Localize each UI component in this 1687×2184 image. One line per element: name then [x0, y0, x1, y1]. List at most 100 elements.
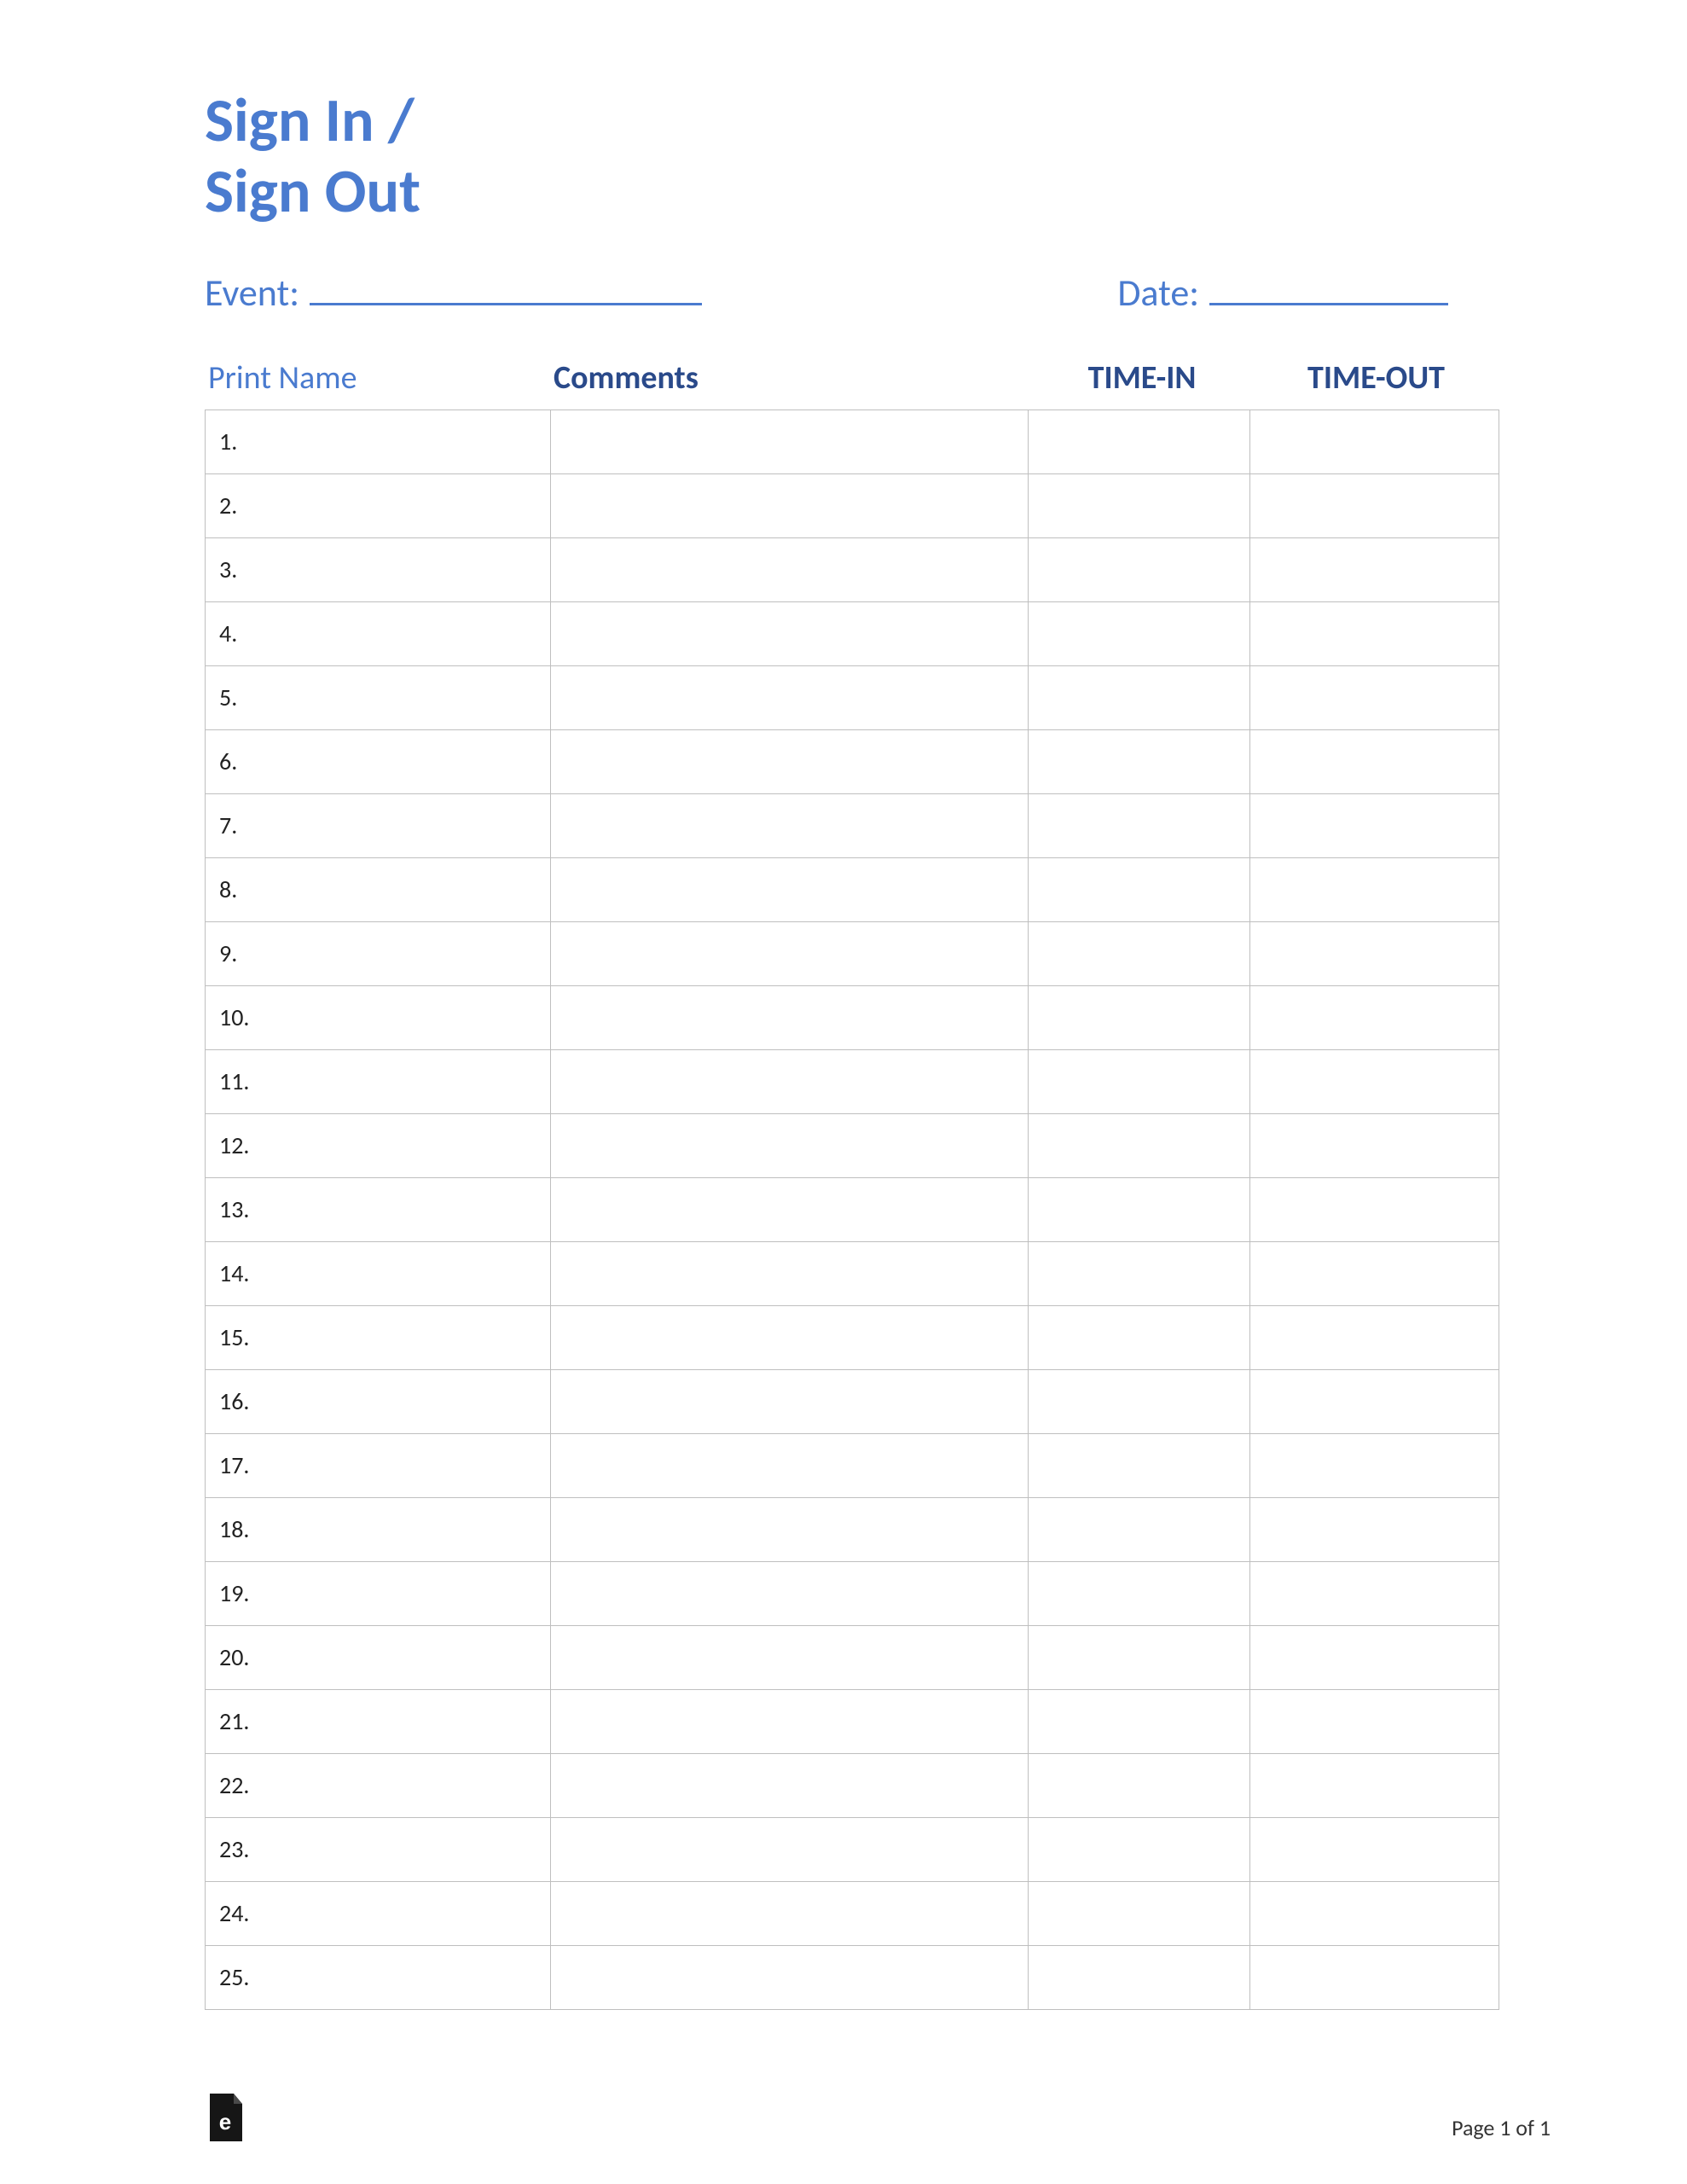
name-cell[interactable]: 18.	[206, 1497, 551, 1561]
time-in-cell[interactable]	[1029, 1753, 1250, 1817]
comments-cell[interactable]	[551, 665, 1029, 729]
name-cell[interactable]: 25.	[206, 1945, 551, 2009]
name-cell[interactable]: 8.	[206, 857, 551, 921]
comments-cell[interactable]	[551, 921, 1029, 985]
comments-cell[interactable]	[551, 1817, 1029, 1881]
comments-cell[interactable]	[551, 1561, 1029, 1625]
comments-cell[interactable]	[551, 729, 1029, 793]
name-cell[interactable]: 7.	[206, 793, 551, 857]
time-out-cell[interactable]	[1250, 1817, 1499, 1881]
comments-cell[interactable]	[551, 793, 1029, 857]
comments-cell[interactable]	[551, 1753, 1029, 1817]
comments-cell[interactable]	[551, 1113, 1029, 1177]
name-cell[interactable]: 14.	[206, 1241, 551, 1305]
time-out-cell[interactable]	[1250, 473, 1499, 537]
name-cell[interactable]: 11.	[206, 1049, 551, 1113]
time-in-cell[interactable]	[1029, 1945, 1250, 2009]
time-out-cell[interactable]	[1250, 1689, 1499, 1753]
time-out-cell[interactable]	[1250, 1241, 1499, 1305]
name-cell[interactable]: 15.	[206, 1305, 551, 1369]
name-cell[interactable]: 2.	[206, 473, 551, 537]
time-in-cell[interactable]	[1029, 921, 1250, 985]
name-cell[interactable]: 1.	[206, 410, 551, 473]
time-in-cell[interactable]	[1029, 985, 1250, 1049]
time-out-cell[interactable]	[1250, 410, 1499, 473]
name-cell[interactable]: 24.	[206, 1881, 551, 1945]
name-cell[interactable]: 20.	[206, 1625, 551, 1689]
comments-cell[interactable]	[551, 1305, 1029, 1369]
time-in-cell[interactable]	[1029, 1369, 1250, 1433]
time-in-cell[interactable]	[1029, 473, 1250, 537]
name-cell[interactable]: 16.	[206, 1369, 551, 1433]
event-input-line[interactable]	[310, 271, 702, 305]
time-in-cell[interactable]	[1029, 793, 1250, 857]
time-out-cell[interactable]	[1250, 729, 1499, 793]
time-out-cell[interactable]	[1250, 1945, 1499, 2009]
comments-cell[interactable]	[551, 537, 1029, 601]
name-cell[interactable]: 3.	[206, 537, 551, 601]
name-cell[interactable]: 12.	[206, 1113, 551, 1177]
name-cell[interactable]: 23.	[206, 1817, 551, 1881]
time-in-cell[interactable]	[1029, 1625, 1250, 1689]
time-out-cell[interactable]	[1250, 1753, 1499, 1817]
time-in-cell[interactable]	[1029, 1049, 1250, 1113]
name-cell[interactable]: 6.	[206, 729, 551, 793]
time-in-cell[interactable]	[1029, 665, 1250, 729]
name-cell[interactable]: 21.	[206, 1689, 551, 1753]
time-out-cell[interactable]	[1250, 1305, 1499, 1369]
time-out-cell[interactable]	[1250, 1625, 1499, 1689]
time-in-cell[interactable]	[1029, 601, 1250, 665]
name-cell[interactable]: 19.	[206, 1561, 551, 1625]
time-in-cell[interactable]	[1029, 1241, 1250, 1305]
comments-cell[interactable]	[551, 1049, 1029, 1113]
time-out-cell[interactable]	[1250, 1049, 1499, 1113]
time-in-cell[interactable]	[1029, 1689, 1250, 1753]
comments-cell[interactable]	[551, 601, 1029, 665]
time-out-cell[interactable]	[1250, 665, 1499, 729]
comments-cell[interactable]	[551, 1241, 1029, 1305]
name-cell[interactable]: 9.	[206, 921, 551, 985]
time-in-cell[interactable]	[1029, 410, 1250, 473]
time-out-cell[interactable]	[1250, 1497, 1499, 1561]
time-in-cell[interactable]	[1029, 1881, 1250, 1945]
time-out-cell[interactable]	[1250, 1433, 1499, 1497]
comments-cell[interactable]	[551, 1945, 1029, 2009]
time-in-cell[interactable]	[1029, 1113, 1250, 1177]
time-out-cell[interactable]	[1250, 857, 1499, 921]
time-out-cell[interactable]	[1250, 1177, 1499, 1241]
time-out-cell[interactable]	[1250, 1369, 1499, 1433]
time-in-cell[interactable]	[1029, 1305, 1250, 1369]
comments-cell[interactable]	[551, 473, 1029, 537]
time-out-cell[interactable]	[1250, 921, 1499, 985]
time-in-cell[interactable]	[1029, 1817, 1250, 1881]
time-out-cell[interactable]	[1250, 793, 1499, 857]
time-in-cell[interactable]	[1029, 537, 1250, 601]
comments-cell[interactable]	[551, 1881, 1029, 1945]
comments-cell[interactable]	[551, 857, 1029, 921]
comments-cell[interactable]	[551, 1625, 1029, 1689]
time-in-cell[interactable]	[1029, 1433, 1250, 1497]
name-cell[interactable]: 17.	[206, 1433, 551, 1497]
time-out-cell[interactable]	[1250, 985, 1499, 1049]
comments-cell[interactable]	[551, 410, 1029, 473]
time-out-cell[interactable]	[1250, 1113, 1499, 1177]
name-cell[interactable]: 13.	[206, 1177, 551, 1241]
time-in-cell[interactable]	[1029, 857, 1250, 921]
comments-cell[interactable]	[551, 1497, 1029, 1561]
time-out-cell[interactable]	[1250, 1881, 1499, 1945]
time-out-cell[interactable]	[1250, 1561, 1499, 1625]
name-cell[interactable]: 4.	[206, 601, 551, 665]
time-out-cell[interactable]	[1250, 537, 1499, 601]
time-in-cell[interactable]	[1029, 1561, 1250, 1625]
time-in-cell[interactable]	[1029, 1497, 1250, 1561]
name-cell[interactable]: 10.	[206, 985, 551, 1049]
date-input-line[interactable]	[1209, 271, 1448, 305]
name-cell[interactable]: 22.	[206, 1753, 551, 1817]
comments-cell[interactable]	[551, 985, 1029, 1049]
time-in-cell[interactable]	[1029, 729, 1250, 793]
time-in-cell[interactable]	[1029, 1177, 1250, 1241]
comments-cell[interactable]	[551, 1369, 1029, 1433]
comments-cell[interactable]	[551, 1689, 1029, 1753]
comments-cell[interactable]	[551, 1177, 1029, 1241]
time-out-cell[interactable]	[1250, 601, 1499, 665]
